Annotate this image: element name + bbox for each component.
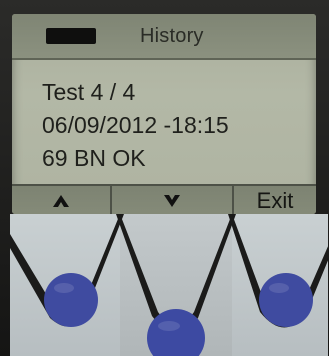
right-dot-highlight [269, 283, 289, 293]
battery-icon [46, 28, 96, 44]
softkey-up[interactable] [12, 186, 112, 214]
history-record: Test 4 / 4 06/09/2012 -18:15 69 BN OK [42, 76, 312, 175]
test-number: Test 4 / 4 [42, 79, 136, 105]
button-shapes [10, 214, 329, 356]
physical-buttons [0, 214, 329, 356]
left-dot-highlight [54, 283, 74, 293]
chevron-down-icon [164, 195, 180, 207]
middle-dot-highlight [158, 321, 180, 331]
left-button-dot [44, 273, 98, 327]
softkey-exit[interactable]: Exit [234, 186, 316, 214]
title-bar: History [12, 14, 316, 60]
screen-title: History [140, 25, 204, 47]
test-result: 69 BN OK [42, 145, 146, 171]
softkey-down[interactable] [112, 186, 234, 214]
right-button-dot [259, 273, 313, 327]
test-datetime: 06/09/2012 -18:15 [42, 112, 229, 138]
lcd-screen: History Test 4 / 4 06/09/2012 -18:15 69 … [12, 14, 316, 214]
softkey-bar: Exit [12, 184, 316, 214]
chevron-up-icon [53, 195, 69, 207]
